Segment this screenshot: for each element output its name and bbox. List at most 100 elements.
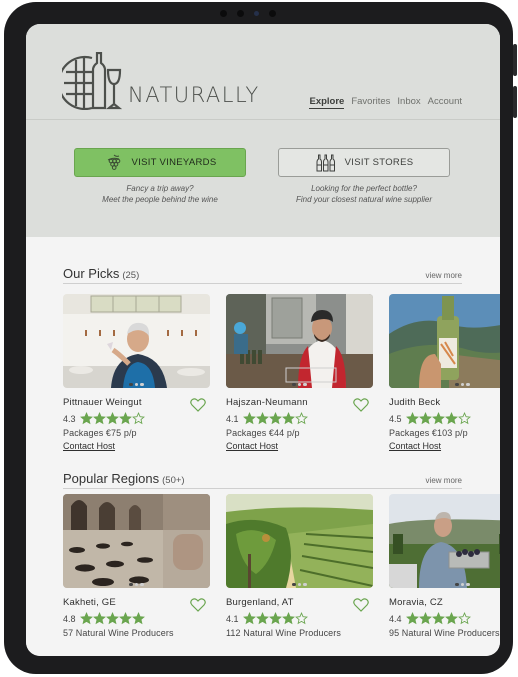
pick-price: Packages €103 p/p <box>389 428 468 438</box>
carousel-dots <box>226 382 373 386</box>
bottles-icon <box>316 154 335 171</box>
popular-regions-count: (50+) <box>162 475 185 486</box>
contact-host-link[interactable]: Contact Host <box>63 441 210 451</box>
visit-stores-label: VISIT STORES <box>344 157 414 168</box>
star-filled-icon <box>132 612 145 625</box>
pick-photo-winery-workers[interactable] <box>226 294 373 388</box>
carousel-dots <box>389 582 500 586</box>
star-filled-icon <box>93 612 106 625</box>
nav-account[interactable]: Account <box>428 96 462 109</box>
star-outline-icon <box>295 612 308 625</box>
region-title[interactable]: Moravia, CZ <box>389 597 500 608</box>
pick-rating-value: 4.3 <box>63 413 76 424</box>
region-rating-value: 4.1 <box>226 613 239 624</box>
pick-card[interactable]: Pittnauer Weingut 4.3 Packages €75 p/p C… <box>63 294 210 451</box>
vineyards-subtitle-line1: Fancy a trip away? <box>126 184 194 193</box>
star-rating <box>243 612 308 625</box>
contact-host-link[interactable]: Contact Host <box>226 441 373 451</box>
popular-regions-header: Popular Regions (50+) view more <box>63 471 462 489</box>
visit-stores-button[interactable]: VISIT STORES <box>278 148 450 177</box>
carousel-dots <box>63 582 210 586</box>
region-rating: 4.1 <box>226 612 373 625</box>
pick-price: Packages €75 p/p <box>63 428 137 438</box>
brand-name: NATURALLY <box>128 83 260 107</box>
carousel-dots <box>389 382 500 386</box>
favorite-heart-icon[interactable] <box>190 398 206 412</box>
pick-rating: 4.1 <box>226 412 373 425</box>
vineyard-image <box>226 494 373 588</box>
pick-photo-wine-bottle-landscape[interactable] <box>389 294 500 388</box>
wine-bottle-glass-logo-icon <box>62 52 123 110</box>
vineyards-cta: VISIT VINEYARDS Fancy a trip away? Meet … <box>74 148 246 205</box>
nav-favorites[interactable]: Favorites <box>351 96 390 109</box>
contact-host-link[interactable]: Contact Host <box>389 441 500 451</box>
star-outline-icon <box>132 412 145 425</box>
pick-title[interactable]: Pittnauer Weingut <box>63 397 210 408</box>
our-picks-carousel[interactable]: Pittnauer Weingut 4.3 Packages €75 p/p C… <box>63 294 500 451</box>
visit-vineyards-button[interactable]: VISIT VINEYARDS <box>74 148 246 177</box>
carousel-dots <box>226 582 373 586</box>
vineyards-subtitle-line2: Meet the people behind the wine <box>102 195 218 204</box>
grape-harvest-image <box>389 494 500 588</box>
our-picks-view-more-link[interactable]: view more <box>426 271 462 280</box>
our-picks-title: Our Picks (25) <box>63 266 139 281</box>
region-photo-grape-harvest[interactable] <box>389 494 500 588</box>
brand-logo[interactable]: NATURALLY <box>62 52 260 110</box>
pick-price: Packages €44 p/p <box>226 428 300 438</box>
star-filled-icon <box>269 612 282 625</box>
camera-bar <box>220 9 276 17</box>
star-filled-icon <box>445 412 458 425</box>
pick-card[interactable]: Hajszan-Neumann 4.1 Packages €44 p/p Con… <box>226 294 373 451</box>
pick-card[interactable]: Judith Beck 4.5 Packages €103 p/p Contac… <box>389 294 500 451</box>
star-filled-icon <box>419 412 432 425</box>
region-title[interactable]: Burgenland, AT <box>226 597 373 608</box>
star-filled-icon <box>282 412 295 425</box>
region-title[interactable]: Kakheti, GE <box>63 597 210 608</box>
region-rating-value: 4.8 <box>63 613 76 624</box>
star-filled-icon <box>106 412 119 425</box>
pick-rating-value: 4.5 <box>389 413 402 424</box>
region-photo-qvevri-cellar[interactable] <box>63 494 210 588</box>
pick-rating: 4.5 <box>389 412 500 425</box>
star-filled-icon <box>243 612 256 625</box>
star-outline-icon <box>458 612 471 625</box>
star-outline-icon <box>458 412 471 425</box>
carousel-dots <box>63 382 210 386</box>
pick-title[interactable]: Judith Beck <box>389 397 500 408</box>
favorite-heart-icon[interactable] <box>353 598 369 612</box>
popular-regions-title-text: Popular Regions <box>63 471 160 486</box>
star-filled-icon <box>80 612 93 625</box>
star-filled-icon <box>106 612 119 625</box>
region-photo-vineyard[interactable] <box>226 494 373 588</box>
nav-inbox[interactable]: Inbox <box>397 96 420 109</box>
star-filled-icon <box>406 412 419 425</box>
star-filled-icon <box>80 412 93 425</box>
favorite-heart-icon[interactable] <box>353 398 369 412</box>
region-rating: 4.4 <box>389 612 500 625</box>
our-picks-header: Our Picks (25) view more <box>63 266 462 284</box>
popular-regions-title: Popular Regions (50+) <box>63 471 185 486</box>
nav-explore[interactable]: Explore <box>309 96 345 109</box>
popular-regions-carousel[interactable]: Kakheti, GE 4.8 57 Natural Wine Producer… <box>63 494 500 638</box>
popular-regions-view-more-link[interactable]: view more <box>426 476 462 485</box>
app-screen: NATURALLY Explore Favorites Inbox Accoun… <box>26 24 500 656</box>
star-filled-icon <box>419 612 432 625</box>
star-filled-icon <box>119 412 132 425</box>
pick-photo-winemaker-tasting[interactable] <box>63 294 210 388</box>
our-picks-count: (25) <box>122 270 140 281</box>
star-rating <box>406 612 471 625</box>
region-producers: 95 Natural Wine Producers <box>389 628 500 638</box>
region-card[interactable]: Burgenland, AT 4.1 112 Natural Wine Prod… <box>226 494 373 638</box>
star-filled-icon <box>256 612 269 625</box>
region-card[interactable]: Kakheti, GE 4.8 57 Natural Wine Producer… <box>63 494 210 638</box>
favorite-heart-icon[interactable] <box>190 598 206 612</box>
region-card[interactable]: Moravia, CZ 4.4 95 Natural Wine Producer… <box>389 494 500 638</box>
volume-up-button <box>513 44 517 76</box>
stores-subtitle: Looking for the perfect bottle? Find you… <box>278 183 450 205</box>
star-filled-icon <box>119 612 132 625</box>
star-filled-icon <box>432 412 445 425</box>
our-picks-title-text: Our Picks <box>63 266 120 281</box>
star-outline-icon <box>295 412 308 425</box>
pick-title[interactable]: Hajszan-Neumann <box>226 397 373 408</box>
star-rating <box>243 412 308 425</box>
